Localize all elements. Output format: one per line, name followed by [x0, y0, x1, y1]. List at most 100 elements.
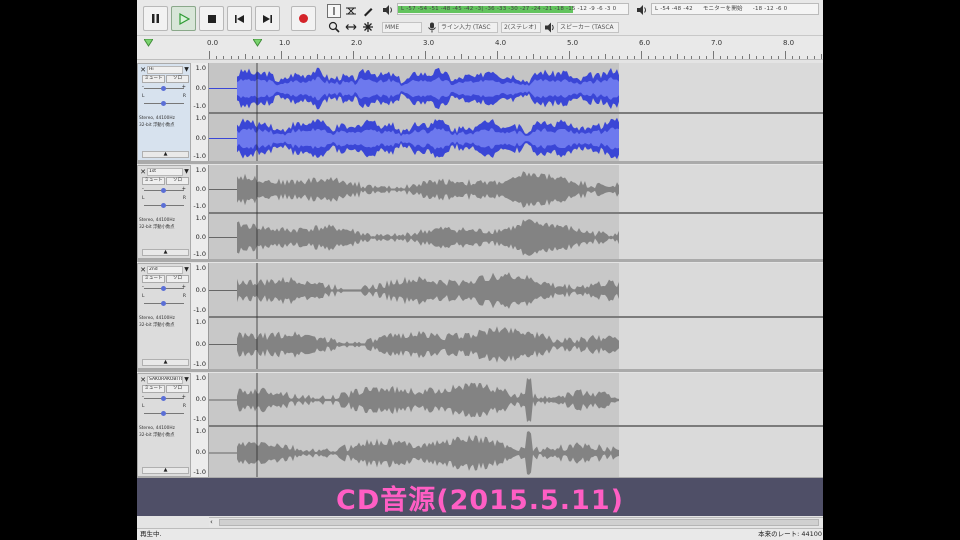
pan-slider-knob[interactable] — [161, 101, 166, 106]
mute-button[interactable]: ミュート — [142, 75, 165, 83]
track[interactable]: ✕ 2nd ▼ ミュート ソロ - + L R Stereo, 44100Hz … — [137, 263, 823, 369]
track-name-button[interactable]: 2nd — [147, 265, 183, 274]
gain-slider-knob[interactable] — [161, 86, 166, 91]
track-menu-dropdown-icon[interactable]: ▼ — [183, 266, 190, 274]
track-menu-dropdown-icon[interactable]: ▼ — [183, 376, 190, 384]
track-control-panel[interactable]: ✕ Hi ▼ ミュート ソロ - + L R Stereo, 44100Hz 3… — [137, 63, 191, 161]
waveform-view[interactable] — [209, 373, 823, 477]
record-meter[interactable]: L -57 -54 -51 -48 -45 -42 -3| -36 -33 -3… — [397, 3, 629, 15]
track-name-button[interactable]: SAKURAKOBITO — [147, 375, 183, 384]
stop-button[interactable] — [199, 6, 224, 31]
track-control-panel[interactable]: ✕ SAKURAKOBITO ▼ ミュート ソロ - + L R Stereo,… — [137, 373, 191, 477]
pan-slider[interactable] — [142, 410, 186, 417]
collapse-track-button[interactable]: ▲ — [142, 359, 189, 366]
horizontal-scrollbar[interactable]: ‹ — [209, 517, 823, 527]
pan-slider-knob[interactable] — [161, 411, 166, 416]
envelope-tool-icon[interactable] — [344, 4, 358, 18]
track-separator[interactable] — [137, 369, 823, 372]
ruler-minor-mark — [533, 54, 534, 59]
vruler-label: -1.0 — [193, 468, 206, 476]
play-button[interactable] — [171, 6, 196, 31]
close-track-icon[interactable]: ✕ — [139, 376, 147, 384]
play-region-start-icon[interactable] — [144, 39, 153, 47]
ruler-minor-mark — [662, 56, 664, 59]
zoom-tool-icon[interactable] — [327, 20, 341, 34]
scroll-left-icon[interactable]: ‹ — [210, 518, 213, 526]
vertical-ruler[interactable]: 1.0 0.0 -1.0 1.0 0.0 -1.0 — [191, 63, 209, 161]
skip-to-start-button[interactable] — [227, 6, 252, 31]
waveform-svg — [209, 165, 823, 259]
ruler-minor-mark — [626, 56, 628, 59]
solo-button[interactable]: ソロ — [166, 177, 189, 185]
audio-host-select[interactable]: MME — [382, 22, 422, 33]
pan-slider[interactable] — [142, 100, 186, 107]
mute-button[interactable]: ミュート — [142, 177, 165, 185]
collapse-track-button[interactable]: ▲ — [142, 151, 189, 158]
skip-to-end-button[interactable] — [255, 6, 280, 31]
track[interactable]: ✕ 1st ▼ ミュート ソロ - + L R Stereo, 44100Hz … — [137, 165, 823, 259]
track-separator[interactable] — [137, 259, 823, 262]
mute-button[interactable]: ミュート — [142, 275, 165, 283]
gain-slider[interactable]: - + — [142, 186, 186, 194]
pan-slider[interactable] — [142, 300, 186, 307]
vruler-label: -1.0 — [193, 202, 206, 210]
playhead-icon[interactable] — [253, 39, 262, 47]
vertical-ruler[interactable]: 1.0 0.0 -1.0 1.0 0.0 -1.0 — [191, 165, 209, 259]
ruler-minor-mark — [461, 54, 462, 59]
waveform-view[interactable] — [209, 263, 823, 369]
scrollbar-thumb[interactable] — [219, 519, 819, 526]
gain-slider-knob[interactable] — [161, 188, 166, 193]
playback-device-select[interactable]: スピーカー (TASCA — [557, 22, 619, 33]
record-button[interactable] — [291, 6, 316, 31]
multi-tool-icon[interactable] — [361, 20, 375, 34]
track-name-button[interactable]: 1st — [147, 167, 183, 176]
ruler-minor-mark — [655, 56, 657, 59]
track-control-panel[interactable]: ✕ 2nd ▼ ミュート ソロ - + L R Stereo, 44100Hz … — [137, 263, 191, 369]
gain-slider[interactable]: - + — [142, 284, 186, 292]
track[interactable]: ✕ SAKURAKOBITO ▼ ミュート ソロ - + L R Stereo,… — [137, 373, 823, 477]
ruler-tick-label: 6.0 — [639, 39, 651, 47]
track-menu-dropdown-icon[interactable]: ▼ — [183, 168, 190, 176]
playback-meter[interactable]: L -54 -48 -42 モニターを開始 -18 -12 -6 0 — [651, 3, 819, 15]
pause-button[interactable] — [143, 6, 168, 31]
waveform-view[interactable] — [209, 165, 823, 259]
solo-button[interactable]: ソロ — [166, 75, 189, 83]
solo-button[interactable]: ソロ — [166, 385, 189, 393]
time-shift-tool-icon[interactable] — [344, 20, 358, 34]
collapse-track-button[interactable]: ▲ — [142, 249, 189, 256]
vruler-label: -1.0 — [193, 306, 206, 314]
selection-tool-icon[interactable]: I — [327, 4, 341, 18]
playback-meter-speaker-icon[interactable] — [636, 4, 648, 16]
gain-slider-knob[interactable] — [161, 396, 166, 401]
track-menu-dropdown-icon[interactable]: ▼ — [183, 66, 190, 74]
gain-slider[interactable]: - + — [142, 84, 186, 92]
gain-slider[interactable]: - + — [142, 394, 186, 402]
track-separator[interactable] — [137, 161, 823, 164]
collapse-track-button[interactable]: ▲ — [142, 467, 189, 474]
draw-tool-icon[interactable] — [361, 4, 375, 18]
mute-button[interactable]: ミュート — [142, 385, 165, 393]
solo-button[interactable]: ソロ — [166, 275, 189, 283]
track[interactable]: ✕ Hi ▼ ミュート ソロ - + L R Stereo, 44100Hz 3… — [137, 63, 823, 161]
monitor-start-prompt[interactable]: モニターを開始 — [703, 4, 743, 14]
pan-slider-knob[interactable] — [161, 203, 166, 208]
pan-slider-knob[interactable] — [161, 301, 166, 306]
pan-slider[interactable] — [142, 202, 186, 209]
close-track-icon[interactable]: ✕ — [139, 168, 147, 176]
recording-channels-select[interactable]: 2(ステレオ) — [501, 22, 541, 33]
recording-device-select[interactable]: ライン入力 (TASC — [438, 22, 498, 33]
vruler-label: -1.0 — [193, 152, 206, 160]
track-control-panel[interactable]: ✕ 1st ▼ ミュート ソロ - + L R Stereo, 44100Hz … — [137, 165, 191, 259]
track-name-button[interactable]: Hi — [147, 65, 183, 74]
ruler-minor-mark — [216, 56, 218, 59]
vertical-ruler[interactable]: 1.0 0.0 -1.0 1.0 0.0 -1.0 — [191, 373, 209, 477]
waveform-view[interactable] — [209, 63, 823, 161]
close-track-icon[interactable]: ✕ — [139, 266, 147, 274]
ruler-minor-mark — [749, 54, 750, 59]
timeline-ruler[interactable]: 0.0 1.0 2.0 3.0 4.0 5.0 6.0 7.0 8.0 — [137, 36, 823, 60]
ruler-major-mark — [425, 51, 426, 59]
vertical-ruler[interactable]: 1.0 0.0 -1.0 1.0 0.0 -1.0 — [191, 263, 209, 369]
close-track-icon[interactable]: ✕ — [139, 66, 147, 74]
gain-slider-knob[interactable] — [161, 286, 166, 291]
ruler-minor-mark — [468, 56, 470, 59]
